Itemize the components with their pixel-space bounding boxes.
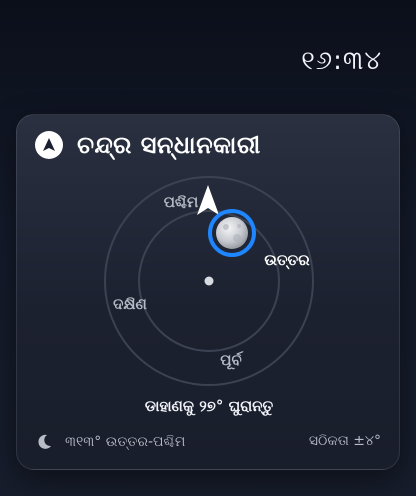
- bearing-text: ୩୧୩° ଉତ୍ତର-ପଶ୍ଚିମ: [65, 434, 186, 450]
- direction-label-south: ଦକ୍ଷିଣ: [113, 295, 147, 313]
- status-time: ୧୬:୩୪: [301, 46, 382, 76]
- full-moon-icon[interactable]: [208, 209, 256, 257]
- direction-label-north: ଉତ୍ତର: [264, 251, 310, 270]
- accuracy-text: ସଠିକତା ±୪°: [308, 433, 381, 449]
- compass-dial: ପଶ୍ଚିମ ଉତ୍ତର ଦକ୍ଷିଣ ପୂର୍ବ: [104, 176, 314, 386]
- bearing-info: ୩୧୩° ଉତ୍ତର-ପଶ୍ଚିମ: [35, 433, 185, 451]
- direction-label-east: ପୂର୍ବ: [220, 350, 243, 370]
- crescent-moon-icon: [35, 433, 53, 451]
- direction-label-west: ପଶ୍ଚିମ: [164, 193, 199, 211]
- moon-finder-widget[interactable]: ଚନ୍ଦ୍ର ସନ୍ଧାନକାରୀ ପଶ୍ଚିମ ଉତ୍ତର ଦକ୍ଷିଣ ପୂ…: [16, 114, 400, 470]
- compass-center-dot: [204, 276, 214, 286]
- turn-instruction: ଡାହାଣକୁ ୨୭° ଘୁରାନ୍ତୁ: [144, 397, 274, 415]
